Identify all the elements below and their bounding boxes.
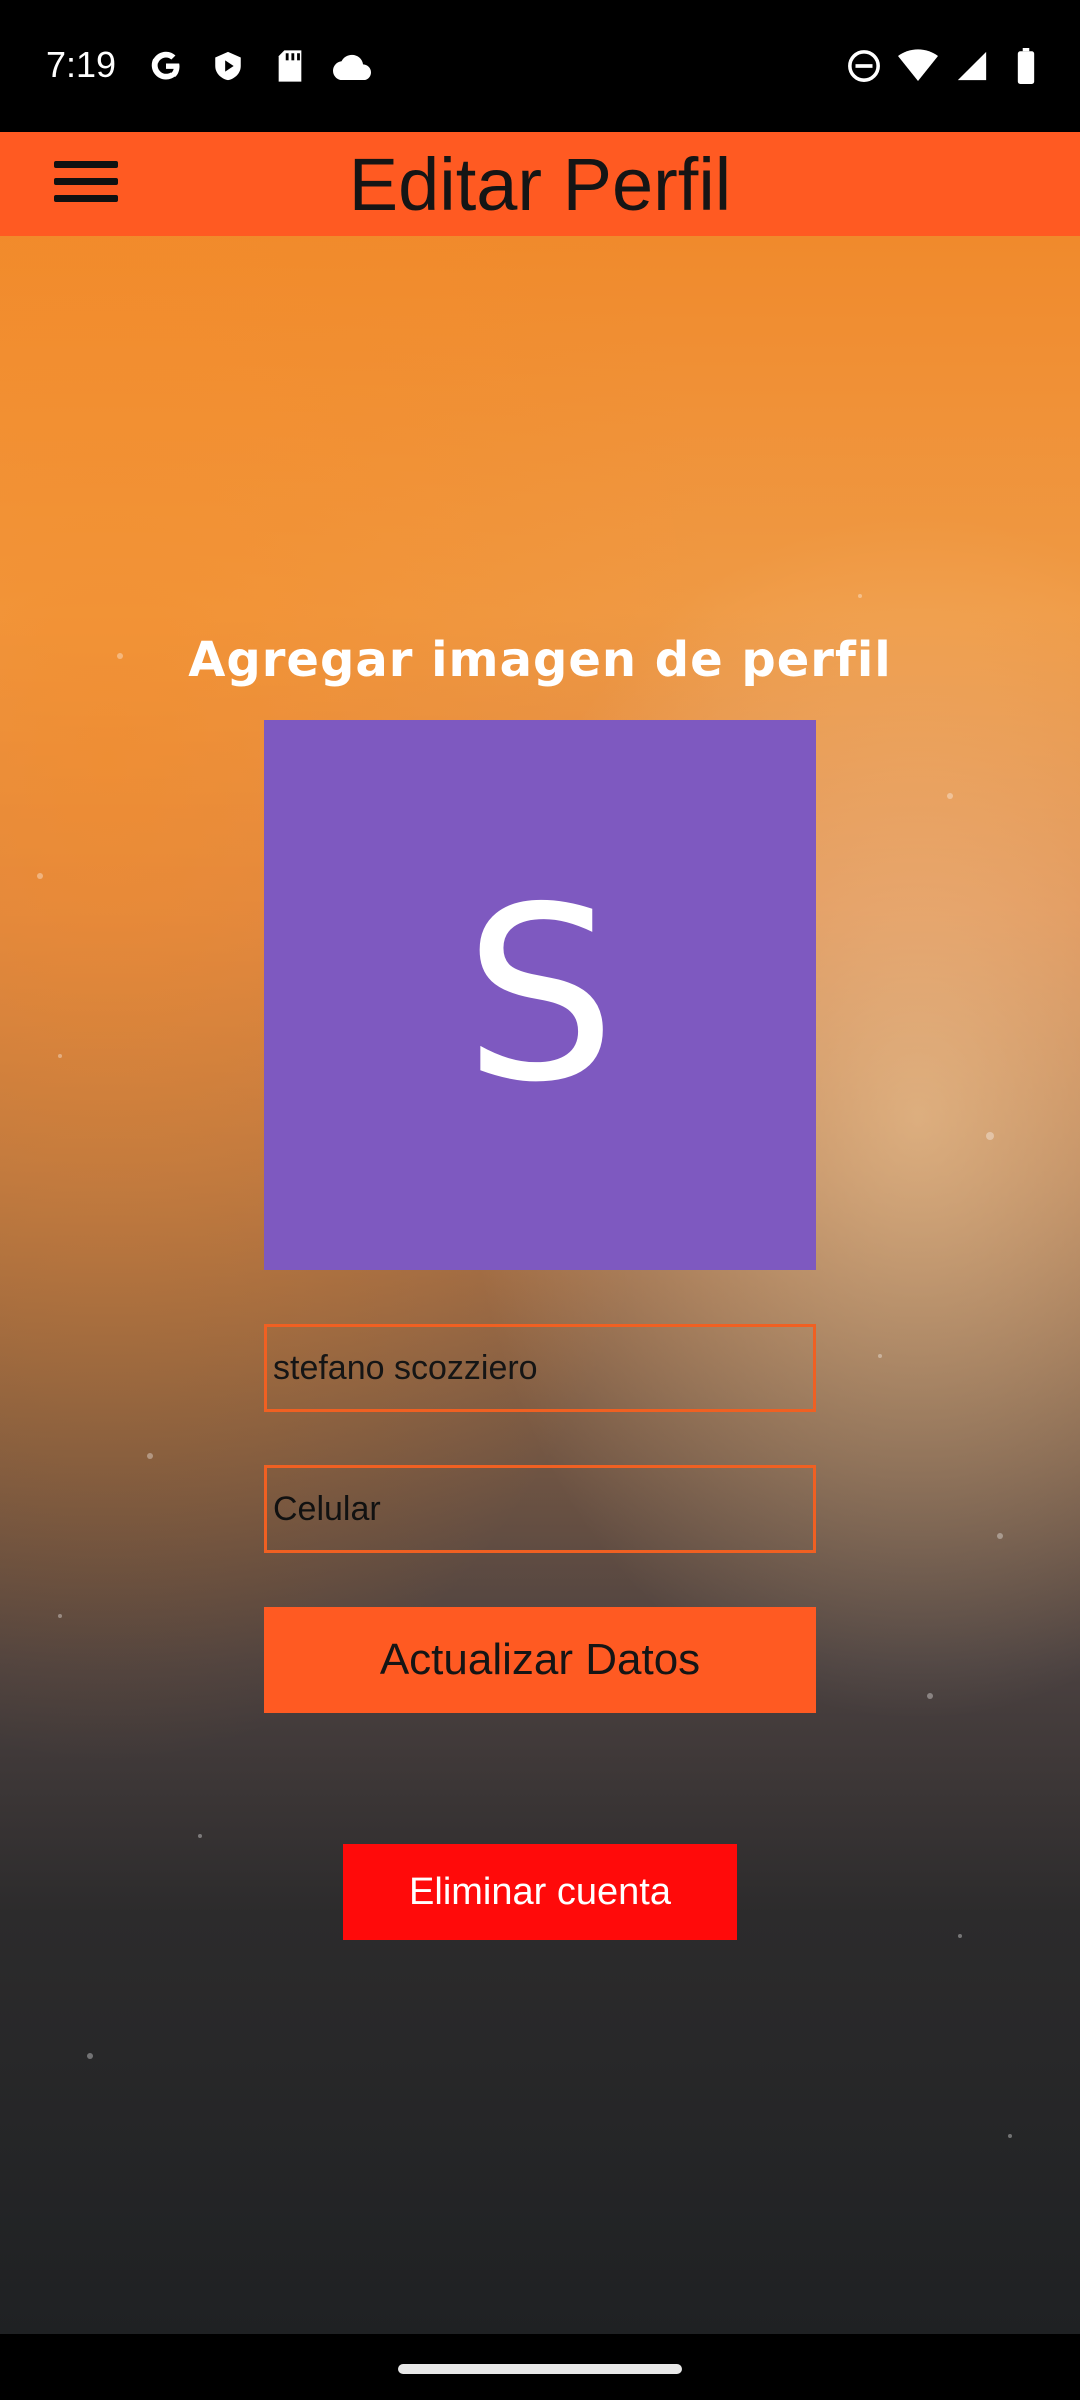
play-store-icon xyxy=(208,46,248,86)
cloud-icon xyxy=(332,46,372,86)
status-bar: 7:19 xyxy=(0,0,1080,132)
background-image xyxy=(0,236,1080,2334)
google-icon xyxy=(146,46,186,86)
delete-account-button[interactable]: Eliminar cuenta xyxy=(343,1844,737,1940)
do-not-disturb-icon xyxy=(844,46,884,86)
status-system-icons xyxy=(844,46,1046,86)
add-profile-image-heading: Agregar imagen de perfil xyxy=(188,632,892,688)
phone-field[interactable]: Celular xyxy=(264,1465,816,1553)
profile-image-picker[interactable]: S xyxy=(264,720,816,1270)
avatar-initial: S xyxy=(463,855,617,1135)
wifi-icon xyxy=(898,46,938,86)
page-title: Editar Perfil xyxy=(348,143,732,226)
gesture-handle[interactable] xyxy=(398,2364,682,2374)
name-field[interactable]: stefano scozziero xyxy=(264,1324,816,1412)
status-time: 7:19 xyxy=(46,44,117,85)
battery-icon xyxy=(1006,46,1046,86)
update-data-label: Actualizar Datos xyxy=(379,1635,701,1684)
signal-icon xyxy=(952,46,992,86)
name-field-value: stefano scozziero xyxy=(273,1348,538,1387)
sd-card-icon xyxy=(270,46,310,86)
app-bar: Editar Perfil xyxy=(0,132,1080,236)
phone-field-placeholder: Celular xyxy=(273,1489,381,1528)
update-data-button[interactable]: Actualizar Datos xyxy=(264,1607,816,1713)
delete-account-label: Eliminar cuenta xyxy=(409,1870,671,1913)
status-notification-icons xyxy=(146,46,372,86)
background-texture xyxy=(37,594,1012,2138)
screen: 7:19 Editar Perfil Agregar imagen de per… xyxy=(0,0,1080,2400)
